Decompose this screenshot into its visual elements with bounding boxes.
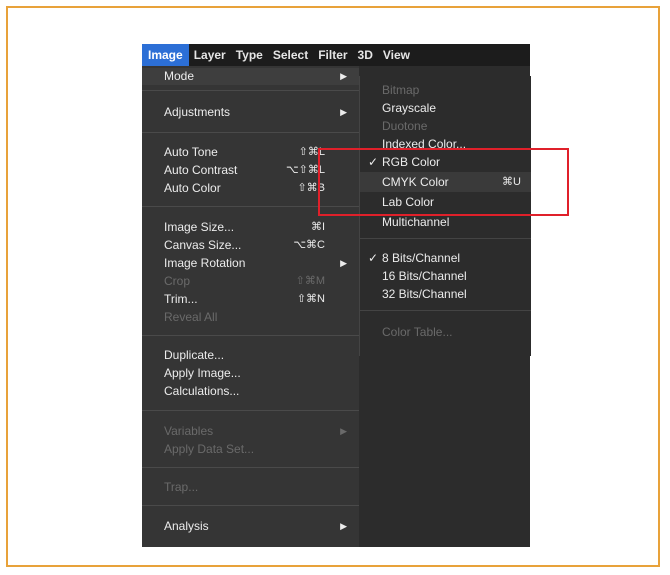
menu-item-label: Image Rotation [164,256,246,270]
menu-item-label: 16 Bits/Channel [382,269,467,283]
shortcut-label: ⇧⌘N [296,293,325,305]
menu-item-label: Adjustments [164,105,231,119]
submenu-arrow-icon: ▶ [340,426,347,436]
mode-item-32-bits[interactable]: 32 Bits/Channel [360,284,531,304]
menu-item-label: Canvas Size... [164,238,242,252]
shortcut-label: ⌘I [310,221,325,233]
menu-item-label: Crop [164,274,191,288]
mode-item-grayscale[interactable]: Grayscale [360,98,531,118]
menu-item-analysis[interactable]: Analysis ▶ [142,518,359,535]
menu-image[interactable]: Image [142,44,189,66]
checkmark-icon: ✓ [368,251,379,265]
menu-item-label: Auto Tone [164,145,218,159]
menu-item-label: Auto Contrast [164,163,238,177]
submenu-arrow-icon: ▶ [340,71,347,81]
mode-item-color-table[interactable]: Color Table... [360,322,531,342]
menu-filter[interactable]: Filter [313,44,352,66]
menu-separator [360,310,531,311]
menu-item-label: Variables [164,424,214,438]
mode-item-bitmap[interactable]: Bitmap [360,80,531,100]
menu-item-trim[interactable]: Trim... ⇧⌘N [142,291,359,308]
highlight-callout-box [318,148,569,216]
menu-item-label: Trim... [164,292,198,306]
menu-item-variables[interactable]: Variables ▶ [142,423,359,440]
menu-item-image-size[interactable]: Image Size... ⌘I [142,219,359,236]
menu-item-label: 8 Bits/Channel [382,251,461,265]
menu-separator [142,90,359,91]
menu-item-mode[interactable]: Mode ▶ [142,68,359,85]
menu-item-label: Apply Data Set... [164,442,255,456]
photoshop-screenshot: Image Layer Type Select Filter 3D View M… [142,44,531,547]
menu-view[interactable]: View [378,44,415,66]
menu-item-image-rotation[interactable]: Image Rotation ▶ [142,255,359,272]
menu-item-label: Grayscale [382,101,437,115]
menu-item-label: Color Table... [382,325,453,339]
menu-item-apply-image[interactable]: Apply Image... [142,365,359,382]
submenu-arrow-icon: ▶ [340,521,347,531]
menu-item-canvas-size[interactable]: Canvas Size... ⌥⌘C [142,237,359,254]
mode-item-8-bits[interactable]: ✓ 8 Bits/Channel [360,248,531,268]
menu-item-label: Bitmap [382,83,420,97]
menu-item-label: Calculations... [164,384,240,398]
menu-separator [142,505,359,506]
menu-item-calculations[interactable]: Calculations... [142,383,359,400]
menu-separator [142,335,359,336]
submenu-arrow-icon: ▶ [340,107,347,117]
menu-item-label: Analysis [164,519,209,533]
mode-item-duotone[interactable]: Duotone [360,116,531,136]
menu-item-trap[interactable]: Trap... [142,479,359,496]
menu-item-label: Duplicate... [164,348,225,362]
menu-type[interactable]: Type [231,44,268,66]
menu-item-label: Mode [164,69,195,83]
menu-item-apply-data-set[interactable]: Apply Data Set... [142,441,359,458]
menu-3d[interactable]: 3D [353,44,378,66]
menu-item-label: Trap... [164,480,199,494]
menu-layer[interactable]: Layer [189,44,231,66]
menu-item-reveal-all[interactable]: Reveal All [142,309,359,326]
menu-item-adjustments[interactable]: Adjustments ▶ [142,104,359,121]
menu-item-label: Image Size... [164,220,235,234]
shortcut-label: ⌥⌘C [293,239,325,251]
menu-item-label: 32 Bits/Channel [382,287,467,301]
submenu-arrow-icon: ▶ [340,258,347,268]
menu-item-label: Duotone [382,119,428,133]
menu-item-label: Apply Image... [164,366,241,380]
menu-bar: Image Layer Type Select Filter 3D View [142,44,530,66]
menu-item-crop[interactable]: Crop ⇧⌘M [142,273,359,290]
menu-separator [142,410,359,411]
menu-item-label: Auto Color [164,181,221,195]
menu-select[interactable]: Select [268,44,313,66]
image-menu: Mode ▶ Adjustments ▶ Auto Tone ⇧⌘L Auto … [142,66,359,547]
menu-separator [360,238,531,239]
mode-submenu: Bitmap Grayscale Duotone Indexed Color..… [359,76,531,356]
mode-item-16-bits[interactable]: 16 Bits/Channel [360,266,531,286]
shortcut-label: ⇧⌘M [295,275,325,287]
menu-separator [142,467,359,468]
menu-item-label: Reveal All [164,310,218,324]
menu-separator [142,132,359,133]
menu-item-duplicate[interactable]: Duplicate... [142,347,359,364]
